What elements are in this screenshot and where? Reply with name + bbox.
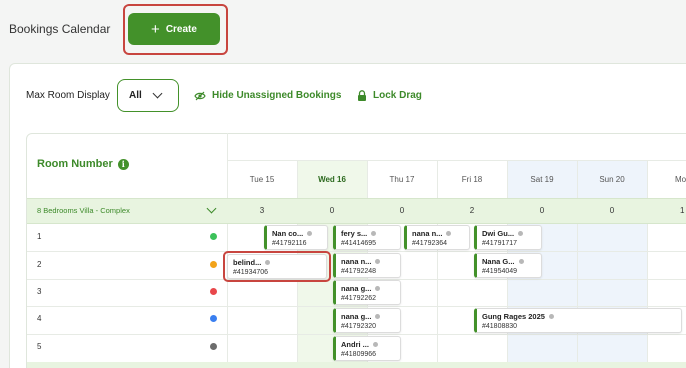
booking-guest-name: Nan co...: [272, 229, 304, 238]
hide-unassigned-bookings-toggle[interactable]: Hide Unassigned Bookings: [194, 90, 341, 101]
booking-card[interactable]: nana n... #41792364: [404, 225, 470, 250]
day-label: Thu 17: [389, 175, 415, 184]
booking-card[interactable]: nana n... #41792248: [333, 253, 401, 278]
booking-guest-name: nana n...: [412, 229, 443, 238]
chevron-down-icon: [152, 88, 163, 99]
create-button-label: Create: [165, 23, 197, 35]
max-room-display-label: Max Room Display: [26, 90, 110, 101]
availability-count: 3: [259, 206, 265, 215]
plus-icon: +: [151, 20, 160, 38]
status-dot-icon: [518, 259, 524, 264]
day-label: Sat 19: [530, 175, 554, 184]
booking-card[interactable]: nana g... #41792262: [333, 280, 401, 305]
room-status-dot: [210, 288, 217, 295]
page-title: Bookings Calendar: [9, 22, 111, 36]
room-status-dot: [210, 315, 217, 322]
room-status-dot: [210, 233, 217, 240]
availability-count: 0: [399, 206, 405, 215]
lock-drag-label: Lock Drag: [373, 90, 422, 101]
booking-card[interactable]: Andri ... #41809966: [333, 336, 401, 361]
header-divider: [227, 160, 686, 161]
room-number: 2: [37, 260, 42, 269]
status-dot-icon: [375, 286, 381, 291]
status-dot-icon: [518, 231, 524, 236]
booking-card[interactable]: nana g... #41792320: [333, 308, 401, 333]
booking-guest-name: nana n...: [341, 257, 372, 266]
booking-card[interactable]: Nan co... #41792116: [264, 225, 328, 250]
booking-reference: #41792116: [272, 240, 307, 247]
booking-reference: #41792262: [341, 295, 377, 302]
grid-line: [647, 160, 648, 368]
row-divider: [27, 251, 686, 252]
lock-drag-toggle[interactable]: Lock Drag: [357, 90, 422, 101]
booking-guest-name: Dwi Gu...: [482, 229, 515, 238]
booking-reference: #41792364: [412, 240, 448, 247]
status-dot-icon: [372, 342, 378, 347]
create-button[interactable]: + Create: [128, 13, 220, 45]
status-dot-icon: [548, 314, 554, 319]
row-divider: [27, 334, 686, 335]
room-status-dot: [210, 343, 217, 350]
availability-count: 0: [539, 206, 545, 215]
booking-guest-name: Nana G...: [482, 257, 515, 266]
hide-unassigned-label: Hide Unassigned Bookings: [212, 90, 342, 101]
day-label: Fri 18: [461, 175, 483, 184]
booking-reference: #41808830: [482, 323, 518, 330]
max-room-display-select[interactable]: All: [117, 79, 179, 112]
status-dot-icon: [446, 231, 452, 236]
booking-reference: #41792248: [341, 268, 377, 275]
weekend-column-bg: [577, 160, 647, 368]
room-number: 4: [37, 314, 42, 323]
grid-line: [437, 160, 438, 368]
day-label: Tue 15: [249, 175, 275, 184]
room-number: 1: [37, 232, 42, 241]
booking-card[interactable]: Gung Rages 2025 #41808830: [474, 308, 682, 333]
booking-reference: #41791717: [482, 240, 518, 247]
room-number: 3: [37, 287, 42, 296]
room-number: 5: [37, 342, 42, 351]
availability-count: 1: [680, 206, 685, 215]
room-number-header: Room Number i: [37, 158, 129, 170]
info-icon[interactable]: i: [117, 158, 129, 170]
room-number-label: Room Number: [37, 158, 113, 170]
booking-card[interactable]: Nana G... #41954049: [474, 253, 542, 278]
booking-reference: #41792320: [341, 323, 377, 330]
booking-guest-name: nana g...: [341, 312, 372, 321]
booking-guest-name: Andri ...: [341, 340, 369, 349]
eye-slash-icon: [194, 91, 206, 100]
availability-count: 0: [329, 206, 335, 215]
room-group-label: 8 Bedrooms Villa - Complex: [37, 206, 130, 215]
day-label: Sun 20: [599, 175, 625, 184]
booking-card[interactable]: Dwi Gu... #41791717: [474, 225, 542, 250]
day-label: Mon: [675, 175, 686, 184]
booking-reference: #41414695: [341, 240, 377, 247]
status-dot-icon: [375, 314, 381, 319]
booking-highlight: [223, 251, 331, 282]
booking-guest-name: nana g...: [341, 284, 372, 293]
booking-card[interactable]: fery s... #41414695: [333, 225, 401, 250]
status-dot-icon: [371, 231, 377, 236]
day-label-today: Wed 16: [318, 175, 346, 184]
grid-line: [577, 160, 578, 368]
availability-count: 2: [469, 206, 475, 215]
next-group-row: [27, 362, 686, 368]
status-dot-icon: [375, 259, 381, 264]
booking-guest-name: fery s...: [341, 229, 368, 238]
lock-icon: [358, 90, 366, 101]
booking-reference: #41809966: [341, 351, 377, 358]
room-status-dot: [210, 261, 217, 268]
status-dot-icon: [307, 231, 313, 236]
row-divider: [27, 306, 686, 307]
availability-count: 0: [609, 206, 615, 215]
booking-reference: #41954049: [482, 268, 518, 275]
max-room-display-value: All: [129, 90, 142, 101]
booking-guest-name: Gung Rages 2025: [482, 312, 545, 321]
